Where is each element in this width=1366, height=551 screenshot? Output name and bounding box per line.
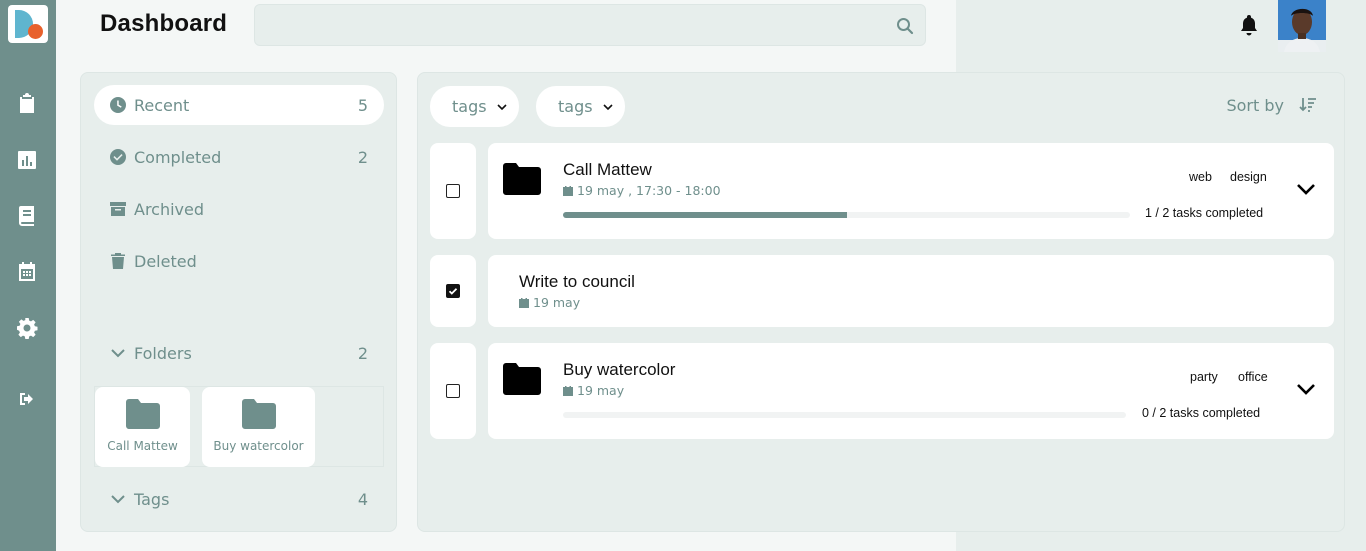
chevron-down-icon[interactable]	[1295, 378, 1317, 400]
tags-count: 4	[357, 489, 368, 509]
filter-archived[interactable]: Archived	[94, 189, 384, 229]
task-title: Write to council	[519, 272, 635, 291]
calendar-icon[interactable]	[15, 260, 39, 284]
task-card[interactable]: Call Mattew 19 may , 17:30 - 18:00 web d…	[488, 143, 1334, 239]
sort-button[interactable]: Sort by	[1226, 95, 1318, 115]
check-icon	[448, 288, 458, 295]
task-checkbox-cell	[430, 255, 476, 327]
gear-icon[interactable]	[15, 316, 39, 340]
tag-filter-select[interactable]: tags	[430, 86, 519, 127]
task-checkbox[interactable]	[446, 184, 460, 198]
sort-descending-icon	[1299, 98, 1316, 112]
tags-section-toggle[interactable]: Tags 4	[94, 479, 384, 519]
task-progress-text: 1 / 2 tasks completed	[1145, 206, 1264, 220]
tag-filter-select[interactable]: tags	[536, 86, 625, 127]
task-tag[interactable]: office	[1238, 370, 1268, 384]
sort-label: Sort by	[1226, 95, 1284, 115]
clipboard-list-icon[interactable]	[15, 92, 39, 116]
folder-name: Call Mattew	[107, 439, 178, 453]
filter-label: Completed	[134, 147, 222, 167]
folder-card[interactable]: Buy watercolor	[202, 387, 315, 467]
folder-card[interactable]: Call Mattew	[95, 387, 190, 467]
clock-icon	[110, 97, 126, 113]
logout-icon[interactable]	[15, 387, 39, 411]
tags-label: Tags	[134, 489, 170, 509]
task-title: Buy watercolor	[563, 360, 676, 379]
chevron-down-icon	[603, 103, 613, 110]
trash-icon	[110, 253, 126, 269]
folder-icon	[241, 399, 276, 429]
task-progress-bar	[563, 212, 1130, 218]
filter-label: Archived	[134, 199, 205, 219]
task-checkbox[interactable]	[446, 284, 460, 298]
tag-filter-value: tags	[452, 97, 487, 116]
chevron-down-icon	[497, 103, 507, 110]
task-title: Call Mattew	[563, 160, 652, 179]
search-icon[interactable]	[895, 16, 915, 36]
calendar-icon	[519, 297, 529, 308]
folders-grid: Call Mattew Buy watercolor	[94, 386, 384, 467]
bell-icon[interactable]	[1238, 13, 1260, 37]
task-checkbox[interactable]	[446, 384, 460, 398]
task-progress-bar	[563, 412, 1126, 418]
folder-icon	[503, 363, 541, 395]
task-card[interactable]: Write to council 19 may	[488, 255, 1334, 327]
folder-icon	[503, 163, 541, 195]
folders-count: 2	[357, 343, 368, 363]
sidebar	[0, 0, 56, 551]
task-list-panel: tags tags Sort by Call Mattew 19 may , 1…	[417, 72, 1345, 532]
archive-icon	[110, 201, 126, 217]
filter-count: 2	[357, 147, 368, 167]
chevron-down-icon	[110, 491, 126, 507]
task-date: 19 may , 17:30 - 18:00	[563, 183, 721, 198]
folders-label: Folders	[134, 343, 192, 363]
task-checkbox-cell	[430, 343, 476, 439]
chevron-down-icon[interactable]	[1295, 178, 1317, 200]
page-title: Dashboard	[100, 10, 228, 37]
filter-recent[interactable]: Recent 5	[94, 85, 384, 125]
filter-label: Recent	[134, 95, 190, 115]
task-checkbox-cell	[430, 143, 476, 239]
task-progress-text: 0 / 2 tasks completed	[1142, 406, 1261, 420]
chevron-down-icon	[110, 345, 126, 361]
task-tag[interactable]: web	[1189, 170, 1212, 184]
task-date: 19 may	[519, 295, 580, 310]
filter-count: 5	[357, 95, 368, 115]
search-input[interactable]	[255, 5, 925, 45]
filter-deleted[interactable]: Deleted	[94, 241, 384, 281]
task-tag[interactable]: design	[1230, 170, 1267, 184]
filter-label: Deleted	[134, 251, 197, 271]
task-date: 19 may	[563, 383, 624, 398]
task-card[interactable]: Buy watercolor 19 may party office 0 / 2…	[488, 343, 1334, 439]
task-tag[interactable]: party	[1190, 370, 1218, 384]
book-icon[interactable]	[15, 204, 39, 228]
filter-panel: Recent 5 Completed 2 Archived Deleted Fo…	[80, 72, 397, 532]
search-bar	[254, 4, 926, 46]
folders-section-toggle[interactable]: Folders 2	[94, 333, 384, 373]
bar-chart-icon[interactable]	[15, 148, 39, 172]
folder-icon	[125, 399, 160, 429]
tag-filter-value: tags	[558, 97, 593, 116]
calendar-icon	[563, 385, 573, 396]
task-progress-fill	[563, 212, 847, 218]
calendar-icon	[563, 185, 573, 196]
check-circle-icon	[110, 149, 126, 165]
folder-name: Buy watercolor	[213, 439, 304, 453]
user-avatar[interactable]	[1278, 0, 1326, 52]
app-logo[interactable]	[8, 5, 48, 43]
filter-completed[interactable]: Completed 2	[94, 137, 384, 177]
